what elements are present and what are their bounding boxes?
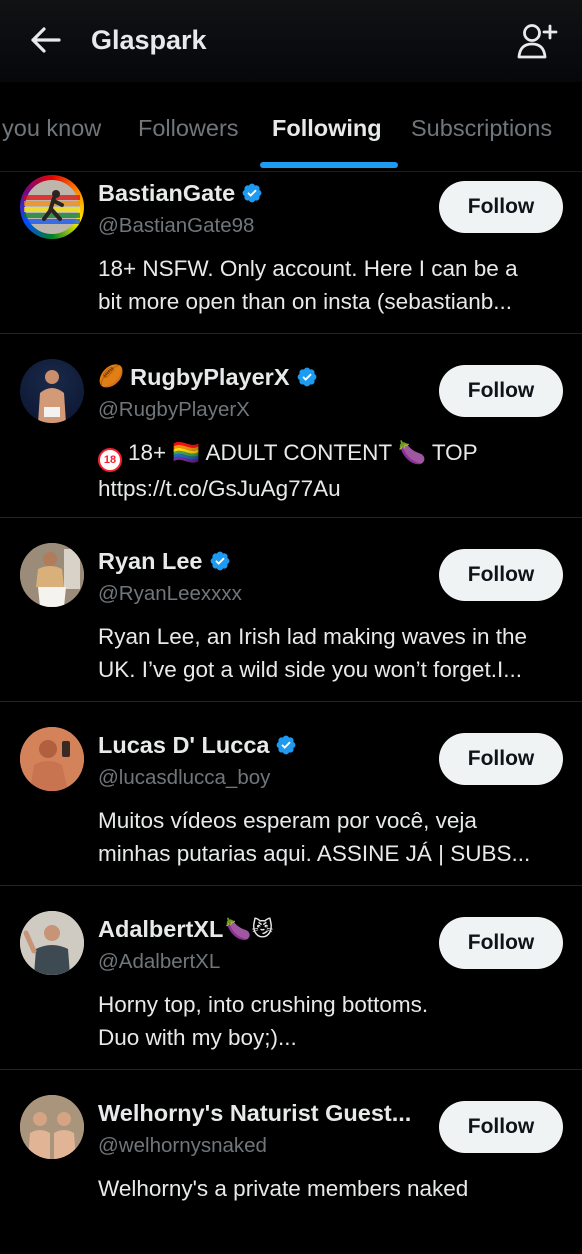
following-list: BastianGate @BastianGate98 18+ NSFW. Onl… bbox=[0, 0, 582, 1201]
follow-button[interactable]: Follow bbox=[439, 733, 563, 785]
page-title: Glaspark bbox=[91, 25, 207, 55]
name-line: 🏉 RugbyPlayerX bbox=[98, 362, 318, 392]
avatar[interactable] bbox=[20, 175, 84, 239]
display-name[interactable]: RugbyPlayerX bbox=[130, 364, 289, 391]
top-app-bar: Glaspark bbox=[0, 0, 582, 82]
avatar-figure bbox=[20, 911, 84, 975]
name-line: AdalbertXL 🍆😼 bbox=[98, 914, 273, 944]
bio: 18+ NSFW. Only account. Here I can be a … bbox=[98, 252, 568, 318]
follow-button[interactable]: Follow bbox=[439, 549, 563, 601]
follow-button[interactable]: Follow bbox=[439, 1101, 563, 1153]
bio: Ryan Lee, an Irish lad making waves in t… bbox=[98, 620, 568, 686]
name-line: Ryan Lee bbox=[98, 546, 231, 576]
active-tab-indicator bbox=[260, 162, 398, 168]
handle: @BastianGate98 bbox=[98, 214, 255, 237]
list-item[interactable]: Welhorny's Naturist Guest... @welhornysn… bbox=[0, 1070, 582, 1254]
avatar[interactable] bbox=[20, 359, 84, 423]
list-item[interactable]: Lucas D' Lucca @lucasdlucca_boy Muitos v… bbox=[0, 702, 582, 886]
list-item[interactable]: 🏉 RugbyPlayerX @RugbyPlayerX 18 18+ 🏳️‍🌈 … bbox=[0, 334, 582, 518]
display-name[interactable]: BastianGate bbox=[98, 180, 235, 207]
handle: @lucasdlucca_boy bbox=[98, 766, 271, 789]
display-name[interactable]: Welhorny's Naturist Guest... bbox=[98, 1100, 411, 1127]
verified-badge-icon bbox=[277, 735, 296, 755]
person-add-icon[interactable] bbox=[516, 22, 558, 60]
name-line: Lucas D' Lucca bbox=[98, 730, 297, 760]
avatar-figure bbox=[20, 1095, 84, 1159]
avatar[interactable] bbox=[20, 911, 84, 975]
verified-badge-icon bbox=[297, 367, 316, 387]
bio-line: UK. I’ve got a wild side you won’t forge… bbox=[98, 657, 522, 682]
tab-followers[interactable]: Followers bbox=[138, 115, 239, 142]
list-item[interactable]: AdalbertXL 🍆😼 @AdalbertXL Horny top, int… bbox=[0, 886, 582, 1070]
verified-badge-icon bbox=[210, 551, 229, 571]
avatar[interactable] bbox=[20, 727, 84, 791]
bio: Welhorny's a private members naked bbox=[98, 1172, 568, 1205]
bio-line: minhas putarias aqui. ASSINE JÁ | SUBS..… bbox=[98, 841, 531, 866]
no-under-18-icon: 18 bbox=[98, 448, 122, 472]
display-name[interactable]: Lucas D' Lucca bbox=[98, 732, 269, 759]
bio-line: Duo with my boy;)... bbox=[98, 1025, 297, 1050]
bio-line: 18+ NSFW. Only account. Here I can be a bbox=[98, 256, 518, 281]
tab-following[interactable]: Following bbox=[272, 115, 382, 142]
bio-line: Muitos vídeos esperam por você, veja bbox=[98, 808, 477, 833]
follow-button[interactable]: Follow bbox=[439, 917, 563, 969]
avatar-figure bbox=[38, 370, 66, 423]
avatar-figure bbox=[20, 543, 84, 607]
follow-button[interactable]: Follow bbox=[439, 181, 563, 233]
avatar[interactable] bbox=[20, 543, 84, 607]
tab-followers-you-know[interactable]: you know bbox=[2, 115, 101, 142]
list-item[interactable]: Ryan Lee @RyanLeexxxx Ryan Lee, an Irish… bbox=[0, 518, 582, 702]
list-item[interactable]: BastianGate @BastianGate98 18+ NSFW. Onl… bbox=[0, 150, 582, 334]
bio: Muitos vídeos esperam por você, veja min… bbox=[98, 804, 568, 870]
handle: @welhornysnaked bbox=[98, 1134, 267, 1157]
arrow-left-icon[interactable] bbox=[30, 26, 62, 54]
display-name[interactable]: Ryan Lee bbox=[98, 548, 203, 575]
rugby-ball-icon: 🏉 bbox=[98, 365, 125, 388]
bio: Horny top, into crushing bottoms. Duo wi… bbox=[98, 988, 568, 1054]
bio-line: Ryan Lee, an Irish lad making waves in t… bbox=[98, 624, 527, 649]
divider bbox=[0, 171, 582, 172]
bio-line: 18 18+ 🏳️‍🌈 ADULT CONTENT 🍆 TOP bbox=[98, 436, 568, 472]
handle: @AdalbertXL bbox=[98, 950, 221, 973]
bio-text: 18+ 🏳️‍🌈 ADULT CONTENT 🍆 TOP bbox=[128, 440, 478, 465]
avatar-figure bbox=[24, 180, 80, 234]
bio-link[interactable]: https://t.co/GsJuAg77Au bbox=[98, 472, 568, 505]
name-line: Welhorny's Naturist Guest... bbox=[98, 1098, 411, 1128]
bio-line: Welhorny's a private members naked bbox=[98, 1176, 469, 1201]
display-name[interactable]: AdalbertXL bbox=[98, 916, 223, 943]
avatar-figure bbox=[20, 727, 84, 791]
bio-line: Horny top, into crushing bottoms. bbox=[98, 992, 429, 1017]
handle: @RyanLeexxxx bbox=[98, 582, 242, 605]
handle: @RugbyPlayerX bbox=[98, 398, 250, 421]
tab-subscriptions[interactable]: Subscriptions bbox=[411, 115, 552, 142]
verified-badge-icon bbox=[242, 183, 262, 203]
avatar[interactable] bbox=[20, 1095, 84, 1159]
bio-line: bit more open than on insta (sebastianb.… bbox=[98, 289, 513, 314]
bio: 18 18+ 🏳️‍🌈 ADULT CONTENT 🍆 TOP https://t… bbox=[98, 436, 568, 505]
follow-button[interactable]: Follow bbox=[439, 365, 563, 417]
tab-bar: you know Followers Following Subscriptio… bbox=[0, 82, 582, 172]
eggplant-cat-icon: 🍆😼 bbox=[225, 917, 274, 941]
name-line: BastianGate bbox=[98, 178, 263, 208]
